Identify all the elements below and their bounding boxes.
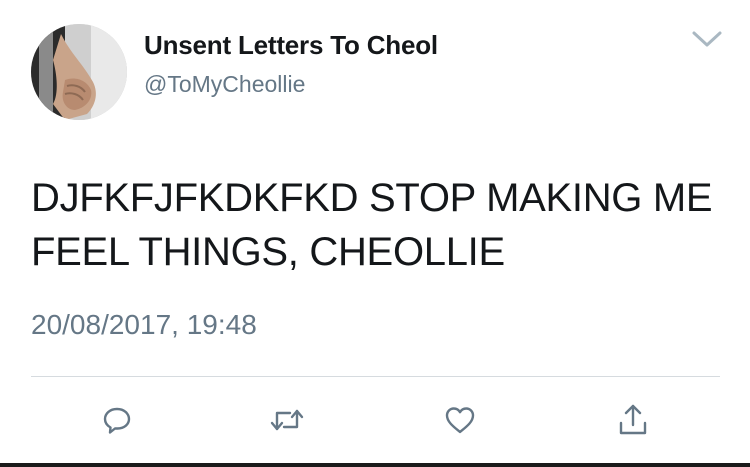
- avatar-image: [31, 24, 127, 120]
- chevron-down-icon[interactable]: [690, 28, 724, 50]
- tweet-text: DJFKFJFKDKFKD STOP MAKING ME FEEL THINGS…: [31, 176, 713, 274]
- retweet-icon: [270, 409, 304, 431]
- display-name[interactable]: Unsent Letters To Cheol: [144, 30, 438, 61]
- share-button[interactable]: [611, 398, 655, 442]
- like-button[interactable]: [438, 398, 482, 442]
- divider: [31, 376, 720, 377]
- retweet-button[interactable]: [265, 398, 309, 442]
- reply-bubble-icon: [103, 407, 131, 434]
- tweet-card: Unsent Letters To Cheol @ToMyCheollie DJ…: [0, 0, 750, 467]
- avatar[interactable]: [31, 24, 127, 120]
- tweet-timestamp[interactable]: 20/08/2017, 19:48: [31, 309, 257, 341]
- user-handle[interactable]: @ToMyCheollie: [144, 71, 305, 98]
- heart-icon: [445, 407, 475, 434]
- share-upload-icon: [619, 404, 647, 435]
- reply-button[interactable]: [95, 398, 139, 442]
- bottom-border: [0, 463, 750, 467]
